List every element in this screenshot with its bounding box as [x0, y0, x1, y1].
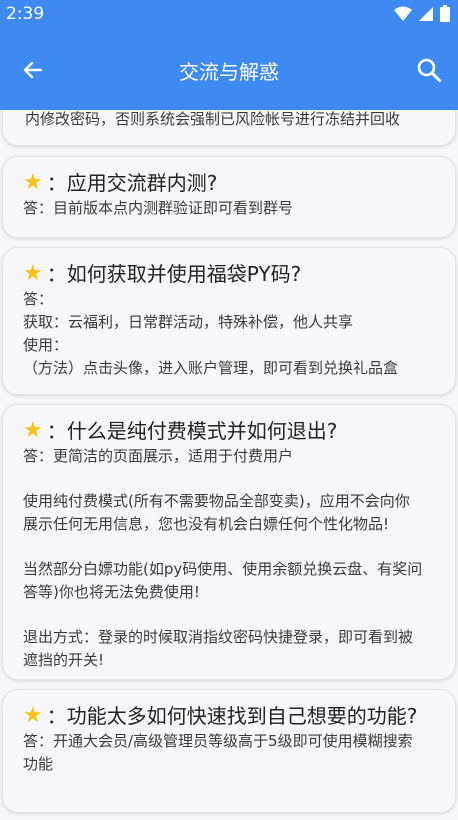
faq-answer-gap [23, 468, 435, 490]
faq-card[interactable]: ★ ：什么是纯付费模式并如何退出? 答：更简洁的页面展示，适用于付费用户 使用纯… [2, 404, 456, 680]
faq-answer-line: 遮挡的开关! [23, 651, 105, 669]
faq-answer-line: 获取：云福利，日常群活动，特殊补偿，他人共享 [23, 313, 354, 331]
faq-answer-line: 答等)你也将无法免费使用! [23, 583, 200, 601]
faq-answer-line: 退出方式：登录的时候取消指纹密码快捷登录，即可看到被 [23, 628, 414, 646]
faq-answer-line: 使用： [23, 336, 69, 354]
faq-answer-line: 展示任何无用信息，您也没有机会白嫖任何个性化物品! [23, 515, 390, 533]
app-bar: 交流与解惑 [0, 30, 458, 110]
faq-answer-line: 答： [23, 290, 54, 308]
search-icon [417, 58, 441, 82]
faq-question: ★ ：应用交流群内测? [23, 170, 218, 195]
faq-answer-line: 功能 [23, 755, 54, 773]
faq-answer-line: 答：更简洁的页面展示，适用于付费用户 [23, 447, 294, 465]
faq-answer-line: 答：目前版本点内测群验证即可看到群号 [23, 199, 294, 217]
status-bar: 2:39 [0, 0, 458, 30]
star-icon: ★ [23, 418, 43, 443]
faq-answer-line: 答：开通大会员/高级管理员等级高于5级即可使用模糊搜索 [23, 732, 413, 750]
page-title: 交流与解惑 [179, 60, 279, 84]
faq-answer-line: 使用纯付费模式(所有不需要物品全部变卖)，应用不会向你 [23, 492, 410, 510]
star-icon: ★ [23, 703, 43, 728]
status-icons [394, 5, 450, 22]
faq-answer-line: （方法）点击头像，进入账户管理，即可看到兑换礼品盒 [23, 359, 399, 377]
star-icon: ★ [23, 170, 43, 195]
faq-answer-gap [23, 604, 435, 626]
battery-icon [440, 5, 450, 22]
search-button[interactable] [414, 55, 444, 85]
faq-question: ★ ：如何获取并使用福袋PY码? [23, 261, 302, 286]
star-icon: ★ [23, 261, 43, 286]
signal-icon [419, 6, 433, 21]
status-time: 2:39 [6, 4, 45, 24]
faq-list[interactable]: 内修改密码，否则系统会强制已风险帐号进行冻结并回收 ★ ：应用交流群内测? 答：… [0, 110, 458, 820]
faq-card[interactable]: ★ ：功能太多如何快速找到自己想要的功能? 答：开通大会员/高级管理员等级高于5… [2, 689, 456, 813]
faq-question: ★ ：功能太多如何快速找到自己想要的功能? [23, 703, 418, 728]
faq-question: ★ ：什么是纯付费模式并如何退出? [23, 418, 338, 443]
faq-card[interactable]: ★ ：应用交流群内测? 答：目前版本点内测群验证即可看到群号 [2, 156, 456, 238]
faq-answer-gap [23, 536, 435, 558]
faq-card[interactable]: ★ ：如何获取并使用福袋PY码? 答： 获取：云福利，日常群活动，特殊补偿，他人… [2, 247, 456, 395]
faq-answer-line: 当然部分白嫖功能(如py码使用、使用余额兑换云盘、有奖问 [23, 560, 423, 578]
wifi-icon [394, 6, 412, 21]
faq-card-partial: 内修改密码，否则系统会强制已风险帐号进行冻结并回收 [2, 110, 456, 146]
faq-answer-partial: 内修改密码，否则系统会强制已风险帐号进行冻结并回收 [25, 110, 401, 128]
